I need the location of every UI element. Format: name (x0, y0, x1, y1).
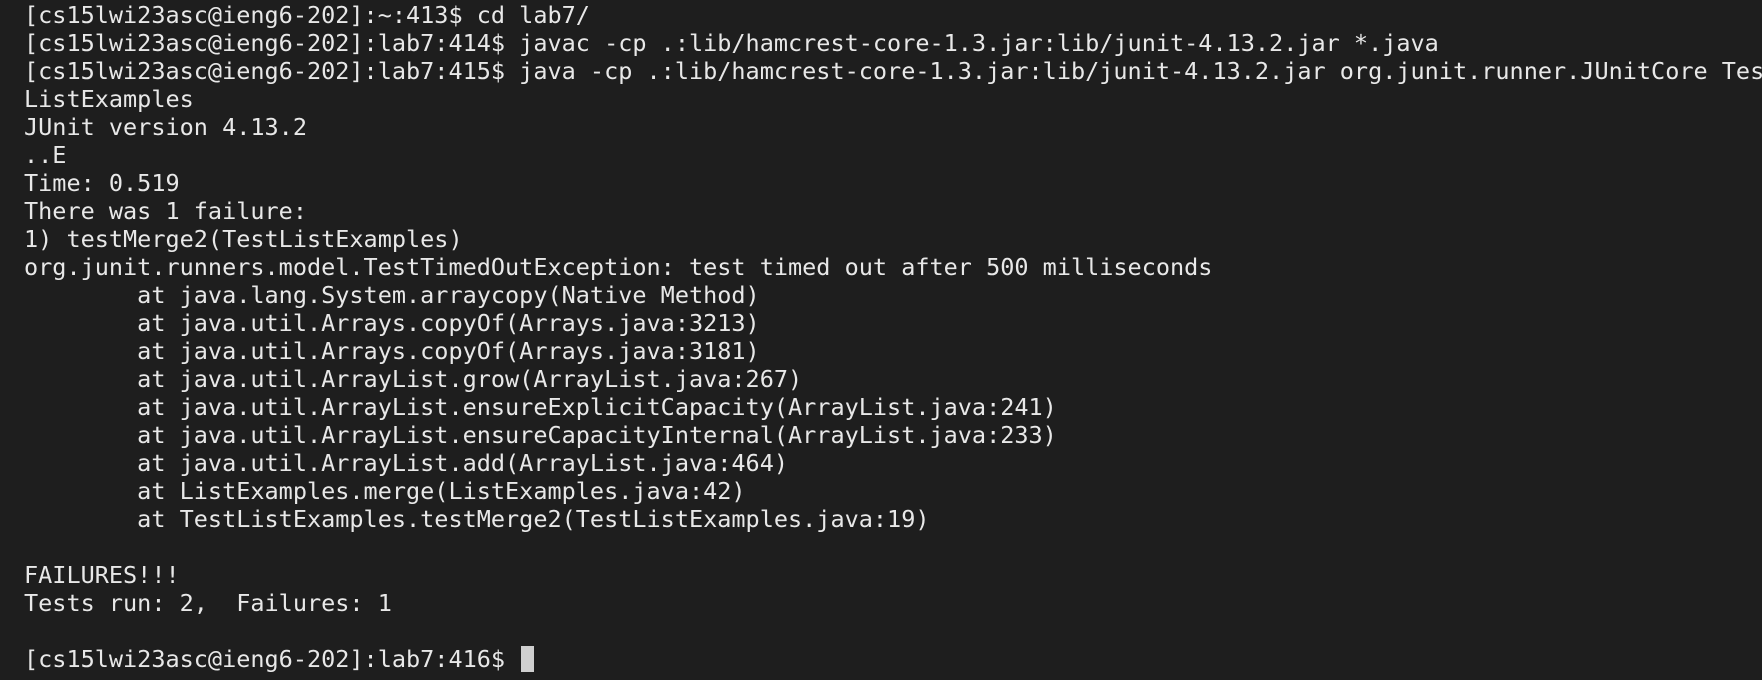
terminal-output: [cs15lwi23asc@ieng6-202]:~:413$ cd lab7/… (24, 1, 1762, 673)
failure-count-line: There was 1 failure: (24, 197, 307, 225)
stack-trace-line: at java.util.Arrays.copyOf(Arrays.java:3… (24, 337, 760, 365)
exception-line: org.junit.runners.model.TestTimedOutExce… (24, 253, 1213, 281)
text-cursor (521, 646, 535, 672)
stack-trace-line: at java.util.ArrayList.ensureExplicitCap… (24, 393, 1057, 421)
test-time: Time: 0.519 (24, 169, 180, 197)
stack-trace-line: at java.util.ArrayList.ensureCapacityInt… (24, 421, 1057, 449)
command-line-javac: [cs15lwi23asc@ieng6-202]:lab7:414$ javac… (24, 29, 1439, 57)
stack-trace-line: at ListExamples.merge(ListExamples.java:… (24, 477, 746, 505)
prompt-line[interactable]: [cs15lwi23asc@ieng6-202]:lab7:416$ (24, 645, 1762, 673)
stack-trace-line: at java.util.ArrayList.add(ArrayList.jav… (24, 449, 789, 477)
prompt-text: [cs15lwi23asc@ieng6-202]:lab7:416$ (24, 645, 520, 673)
failures-banner: FAILURES!!! (24, 561, 180, 589)
failure-title: 1) testMerge2(TestListExamples) (24, 225, 463, 253)
junit-version: JUnit version 4.13.2 (24, 113, 307, 141)
stack-trace-line: at TestListExamples.testMerge2(TestListE… (24, 505, 930, 533)
command-line-java-wrap: ListExamples (24, 85, 194, 113)
stack-trace-line: at java.util.Arrays.copyOf(Arrays.java:3… (24, 309, 760, 337)
tests-summary: Tests run: 2, Failures: 1 (24, 589, 392, 617)
command-line-cd: [cs15lwi23asc@ieng6-202]:~:413$ cd lab7/ (24, 1, 590, 29)
command-line-java: [cs15lwi23asc@ieng6-202]:lab7:415$ java … (24, 57, 1762, 85)
terminal-window[interactable]: [cs15lwi23asc@ieng6-202]:~:413$ cd lab7/… (0, 0, 1762, 680)
stack-trace-line: at java.lang.System.arraycopy(Native Met… (24, 281, 760, 309)
stack-trace-line: at java.util.ArrayList.grow(ArrayList.ja… (24, 365, 803, 393)
test-progress: ..E (24, 141, 67, 169)
